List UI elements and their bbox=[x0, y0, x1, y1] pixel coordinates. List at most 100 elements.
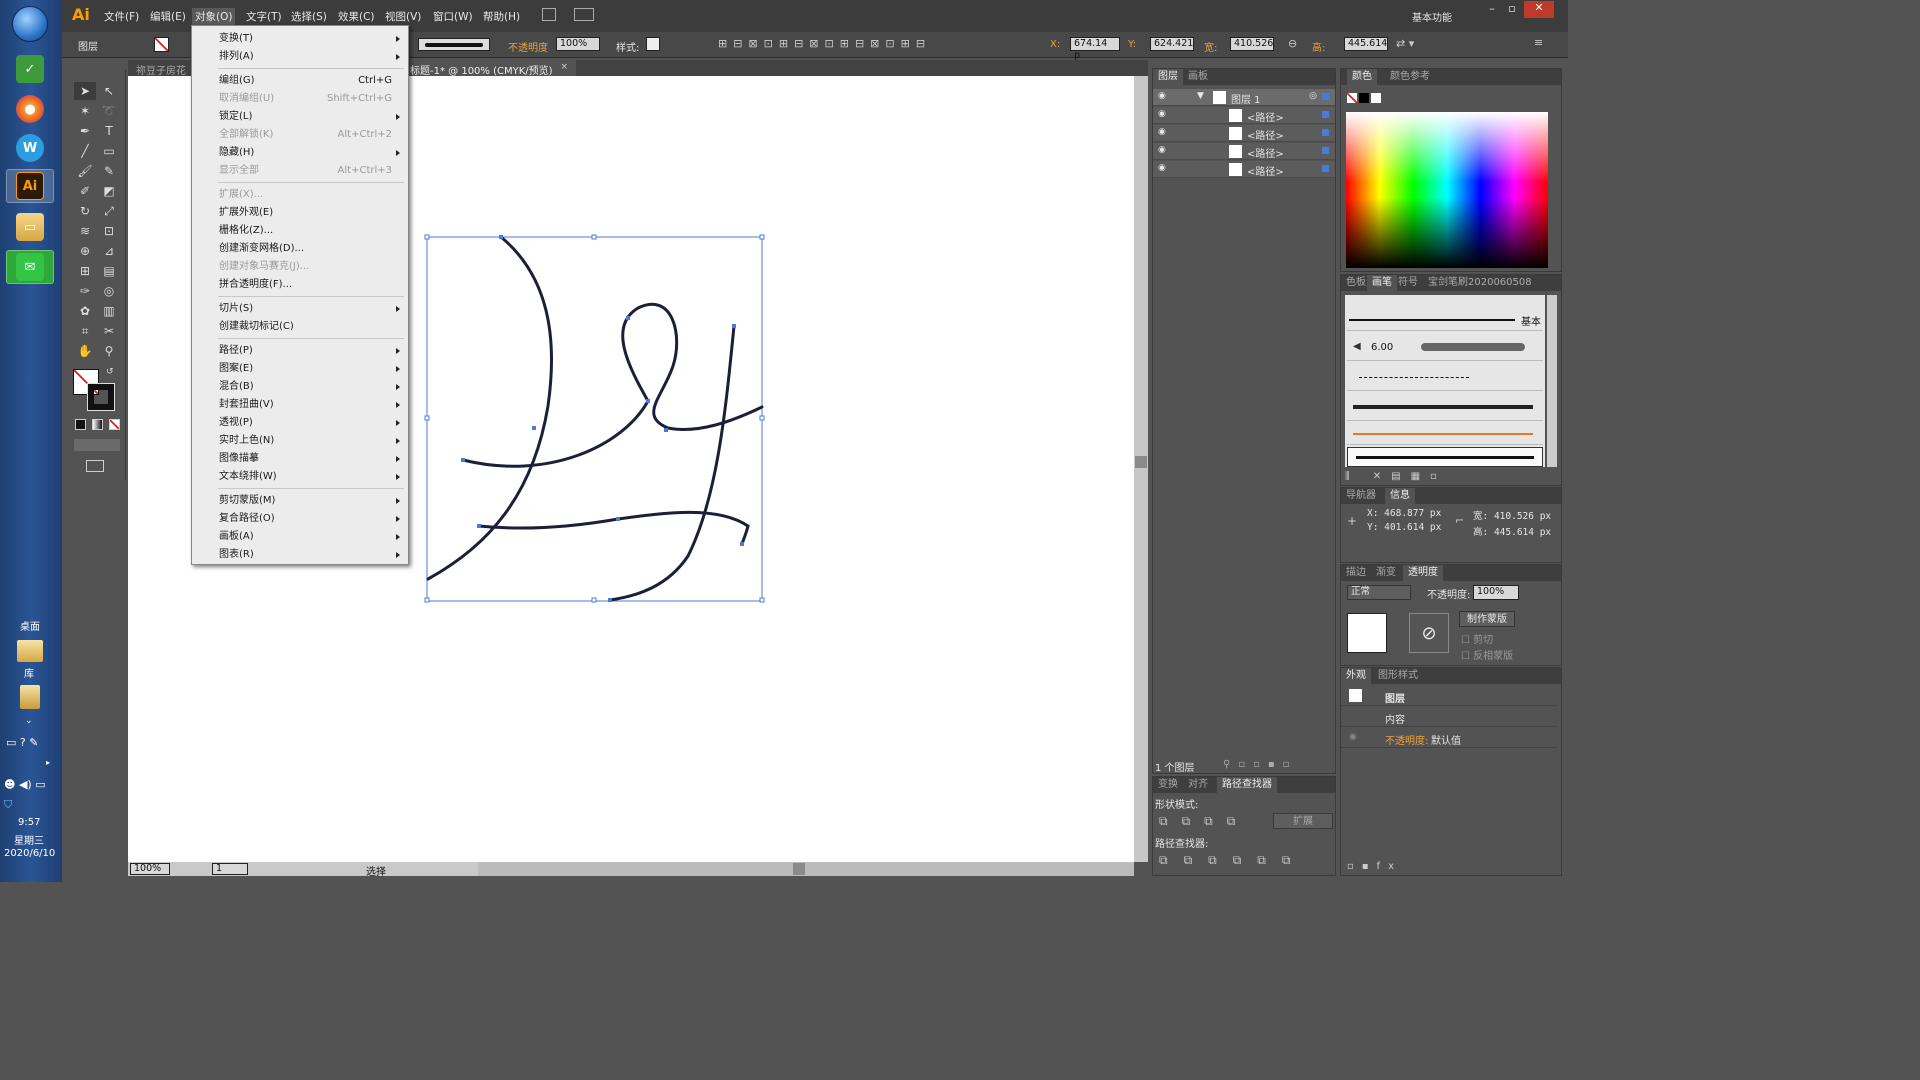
arrange-documents-icon[interactable] bbox=[574, 8, 594, 21]
hand-tool-icon[interactable]: ✋ bbox=[74, 342, 96, 360]
layer-name[interactable]: 图层 1 bbox=[1231, 91, 1261, 106]
object-menu-item[interactable]: 锁定(L) bbox=[192, 108, 408, 126]
brush-arrow[interactable] bbox=[1347, 423, 1543, 445]
object-menu-item[interactable]: 图案(E) bbox=[192, 360, 408, 378]
eye-icon[interactable]: ◉ bbox=[1158, 127, 1166, 137]
object-menu-item[interactable]: 创建渐变网格(D)... bbox=[192, 240, 408, 258]
brush-charcoal[interactable] bbox=[1347, 395, 1543, 421]
rotate-tool-icon[interactable]: ↻ bbox=[74, 202, 96, 220]
brush-calligraphic[interactable]: ◀ 6.00 bbox=[1347, 335, 1543, 361]
appearance-row-content[interactable]: 内容 bbox=[1341, 707, 1557, 727]
selection-indicator[interactable] bbox=[1322, 165, 1329, 172]
selection-indicator[interactable] bbox=[1322, 93, 1329, 100]
minimize-button[interactable]: – bbox=[1482, 2, 1502, 18]
draw-mode-buttons[interactable] bbox=[74, 439, 120, 451]
user-folder-icon[interactable] bbox=[20, 685, 40, 709]
brush-selected[interactable] bbox=[1347, 447, 1543, 467]
clip-checkbox[interactable]: ☐ 剪切 bbox=[1461, 631, 1493, 646]
tray-system-icons[interactable]: ☻ ◀) ▭ bbox=[4, 778, 46, 791]
object-menu-item[interactable]: 创建对象马赛克(J)... bbox=[192, 258, 408, 276]
x-input[interactable]: 674.14 p bbox=[1070, 37, 1120, 61]
artboard-tool-icon[interactable]: ⌗ bbox=[74, 322, 96, 340]
transform-icon[interactable]: ⇄ ▾ bbox=[1396, 37, 1414, 50]
tab-graphic-styles[interactable]: 图形样式 bbox=[1373, 668, 1423, 684]
object-menu-item[interactable]: 排列(A) bbox=[192, 48, 408, 66]
object-menu-item[interactable]: 编组(G) Ctrl+G bbox=[192, 72, 408, 90]
panel-menu-icon[interactable]: ≡ bbox=[1534, 36, 1543, 49]
path-name[interactable]: <路径> bbox=[1247, 145, 1284, 160]
object-menu-item[interactable]: 显示全部 Alt+Ctrl+3 bbox=[192, 162, 408, 180]
brush-footer-icons[interactable]: ⫼ ✕▤▦▫ bbox=[1345, 471, 1447, 482]
slice-tool-icon[interactable]: ✂ bbox=[98, 322, 120, 340]
selection-indicator[interactable] bbox=[1322, 111, 1329, 118]
pathfinder-icons[interactable]: ⧉⧉⧉⧉⧉⧉ bbox=[1159, 853, 1306, 868]
tab-align[interactable]: 对齐 bbox=[1183, 777, 1213, 793]
menu-select[interactable]: 选择(S) bbox=[291, 9, 327, 24]
shape-mode-icons[interactable]: ⧉⧉⧉⧉ bbox=[1159, 814, 1249, 829]
menu-view[interactable]: 视图(V) bbox=[385, 9, 421, 24]
object-menu-item[interactable]: 变换(T) bbox=[192, 30, 408, 48]
zoom-field[interactable]: 100% bbox=[130, 863, 170, 875]
path-row-3[interactable]: ◉ <路径> bbox=[1153, 143, 1335, 160]
gradient-tool-icon[interactable]: ▤ bbox=[98, 262, 120, 280]
appearance-row-opacity[interactable]: ◉ 不透明度: 默认值 bbox=[1341, 728, 1557, 748]
menu-edit[interactable]: 编辑(E) bbox=[150, 9, 186, 24]
selection-indicator[interactable] bbox=[1322, 147, 1329, 154]
tab-previous-document[interactable]: 祢豆子房花 bbox=[136, 62, 186, 77]
perspective-grid-tool-icon[interactable]: ⊿ bbox=[98, 242, 120, 260]
tab-transform[interactable]: 变换 bbox=[1153, 777, 1183, 793]
free-transform-tool-icon[interactable]: ⊡ bbox=[98, 222, 120, 240]
hscroll-thumb[interactable] bbox=[793, 863, 805, 875]
brush-scrollbar[interactable] bbox=[1547, 295, 1557, 467]
black-swatch[interactable] bbox=[1359, 93, 1369, 103]
vscroll-thumb[interactable] bbox=[1135, 456, 1147, 468]
tab-symbols[interactable]: 符号 bbox=[1393, 275, 1423, 291]
tab-gradient[interactable]: 渐变 bbox=[1371, 565, 1401, 581]
start-button[interactable] bbox=[12, 6, 48, 42]
make-mask-button[interactable]: 制作蒙版 bbox=[1459, 611, 1515, 627]
vertical-scrollbar[interactable] bbox=[1134, 76, 1148, 862]
stroke-color-box[interactable] bbox=[87, 383, 115, 411]
object-menu-item[interactable]: 剪切蒙版(M) bbox=[192, 492, 408, 510]
anchor-points[interactable] bbox=[461, 235, 744, 602]
clock-day[interactable]: 星期三 bbox=[14, 832, 44, 847]
graph-tool-icon[interactable]: ▥ bbox=[98, 302, 120, 320]
object-menu-item[interactable]: 切片(S) bbox=[192, 300, 408, 318]
tab-info[interactable]: 信息 bbox=[1385, 488, 1415, 504]
zoom-tool-icon[interactable]: ⚲ bbox=[98, 342, 120, 360]
eraser-tool-icon[interactable]: ◩ bbox=[98, 182, 120, 200]
tab-navigator[interactable]: 导航器 bbox=[1341, 488, 1381, 504]
tab-active-document[interactable]: 标题-1* @ 100% (CMYK/预览) × bbox=[408, 60, 576, 77]
blend-tool-icon[interactable]: ◎ bbox=[98, 282, 120, 300]
layer-row-main[interactable]: ◉ ▼ 图层 1 ◎ bbox=[1153, 89, 1335, 106]
object-menu-item[interactable]: 实时上色(N) bbox=[192, 432, 408, 450]
object-thumbnail[interactable] bbox=[1347, 613, 1387, 653]
menu-file[interactable]: 文件(F) bbox=[104, 9, 139, 24]
width-input[interactable]: 410.526 bbox=[1230, 37, 1274, 51]
menu-help[interactable]: 帮助(H) bbox=[483, 9, 520, 24]
invert-mask-checkbox[interactable]: ☐ 反相蒙版 bbox=[1461, 647, 1513, 662]
tray-icons[interactable]: ▭ ? ✎ bbox=[6, 736, 38, 749]
taskbar-app-illustrator[interactable]: Ai bbox=[6, 169, 54, 203]
swap-colors-icon[interactable]: ↺ bbox=[106, 367, 114, 377]
menu-object[interactable]: 对象(O) bbox=[192, 8, 236, 25]
shape-builder-tool-icon[interactable]: ⊕ bbox=[74, 242, 96, 260]
blob-brush-tool-icon[interactable]: ✐ bbox=[74, 182, 96, 200]
scale-tool-icon[interactable]: ⤢ bbox=[98, 202, 120, 220]
lasso-tool-icon[interactable]: ➰ bbox=[98, 102, 120, 120]
tab-brush-library[interactable]: 宝剑笔刷2020060508 bbox=[1423, 275, 1537, 291]
workspace-switcher[interactable]: 基本功能 bbox=[1412, 9, 1452, 24]
taskbar-app-firefox[interactable]: ● bbox=[6, 92, 54, 126]
height-input[interactable]: 445.614 bbox=[1344, 37, 1388, 51]
object-menu-item[interactable]: 扩展外观(E) bbox=[192, 204, 408, 222]
path-row-1[interactable]: ◉ <路径> bbox=[1153, 107, 1335, 124]
path-name[interactable]: <路径> bbox=[1247, 163, 1284, 178]
chevron-down-icon[interactable]: ⌄ bbox=[25, 716, 33, 726]
y-input[interactable]: 624.421 bbox=[1150, 37, 1194, 51]
target-icon[interactable]: ◎ bbox=[1309, 91, 1317, 101]
menu-window[interactable]: 窗口(W) bbox=[433, 9, 473, 24]
object-menu-item[interactable]: 透视(P) bbox=[192, 414, 408, 432]
appearance-row-layer[interactable]: 图层 bbox=[1341, 686, 1557, 706]
artboard-number-field[interactable]: 1 bbox=[212, 863, 248, 875]
bridge-icon[interactable] bbox=[542, 8, 556, 21]
